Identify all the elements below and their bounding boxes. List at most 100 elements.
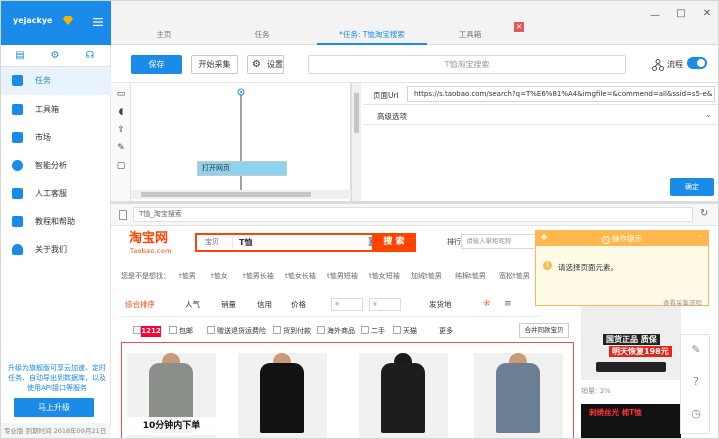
- gear-icon[interactable]: ⚙: [49, 50, 61, 62]
- task-name-field[interactable]: T恤淘宝搜索: [308, 55, 626, 74]
- advanced-options-row[interactable]: 高级选项 ⌄: [363, 105, 718, 125]
- filter-cod[interactable]: 货到付款: [283, 326, 311, 336]
- view-flow-link[interactable]: 查看采集流程: [663, 297, 702, 307]
- sidebar-item-label: 智能分析: [35, 161, 67, 170]
- tab-tasks[interactable]: 任务: [229, 25, 295, 45]
- sidebar-item-toolbox[interactable]: 工具箱: [1, 96, 111, 124]
- screen-icon[interactable]: ▭: [116, 89, 126, 99]
- flow-tool-strip: ▭ ◖ ⇪ ✎ ▢: [111, 83, 131, 201]
- clipboard-icon[interactable]: ▤: [14, 50, 26, 62]
- sort-price[interactable]: 价格: [291, 299, 306, 310]
- taobao-logo[interactable]: 淘宝网 Taobao.com: [129, 232, 184, 256]
- comment-icon[interactable]: ▢: [116, 161, 126, 171]
- sort-default[interactable]: 综合排序: [125, 299, 155, 310]
- hamburger-menu-icon[interactable]: [93, 18, 103, 26]
- save-button[interactable]: 保存: [131, 55, 182, 74]
- refresh-icon[interactable]: ↻: [700, 208, 708, 219]
- filter-secondhand[interactable]: 二手: [371, 326, 385, 336]
- mouse-icon[interactable]: ◖: [116, 107, 126, 117]
- url-field[interactable]: https://s.taobao.com/search?q=T%E6%81%A4…: [407, 86, 715, 102]
- sidebar-item-task[interactable]: 任务: [1, 67, 111, 95]
- related-link[interactable]: t恤女长袖: [285, 271, 316, 281]
- sort-credit[interactable]: 信用: [257, 299, 272, 310]
- product-card[interactable]: [359, 353, 448, 438]
- flow-toggle[interactable]: [687, 57, 707, 69]
- product-card[interactable]: 10分钟内下单: [127, 353, 216, 438]
- window-close-button[interactable]: ✕: [700, 7, 714, 21]
- related-link[interactable]: 宽松t恤男: [499, 271, 530, 281]
- flow-node-open-page[interactable]: 打开网页: [197, 161, 287, 176]
- related-link[interactable]: t恤男长袖: [243, 271, 274, 281]
- tab-close-icon[interactable]: ×: [514, 22, 524, 32]
- flow-canvas[interactable]: [131, 83, 351, 201]
- sort-popularity[interactable]: 人气: [185, 299, 200, 310]
- filter-overseas[interactable]: 海外商品: [327, 326, 355, 336]
- sort-sales[interactable]: 销量: [221, 299, 236, 310]
- sidebar-tool-tabs: ▤ ⚙ ☊: [1, 45, 111, 67]
- checkbox[interactable]: [169, 326, 177, 334]
- help-icon[interactable]: ?: [690, 375, 702, 389]
- related-link[interactable]: 加绒t恤男: [411, 271, 442, 281]
- sidebar-item-analysis[interactable]: 智能分析: [1, 152, 111, 180]
- scroll-thumb[interactable]: [141, 192, 311, 197]
- url-row: 页面Url https://s.taobao.com/search?q=T%E6…: [363, 83, 718, 105]
- product-card[interactable]: 国货正品 质保 明天恢复198元: [581, 298, 681, 380]
- headset-icon[interactable]: ☊: [84, 50, 96, 62]
- price-max-input[interactable]: ¥: [369, 298, 401, 311]
- checkbox[interactable]: [393, 326, 401, 334]
- clock-icon[interactable]: ◷: [690, 407, 702, 421]
- product-card[interactable]: [238, 353, 327, 438]
- related-link[interactable]: 纯棉t恤男: [455, 271, 486, 281]
- page-icon: [119, 210, 127, 220]
- checkbox[interactable]: [273, 326, 281, 334]
- filter-free-shipping[interactable]: 包邮: [179, 326, 193, 336]
- address-field[interactable]: T恤_淘宝搜索: [133, 207, 693, 222]
- checkbox[interactable]: [207, 326, 215, 334]
- filter-more[interactable]: 更多: [439, 326, 453, 336]
- merge-same-items-button[interactable]: 合并同款宝贝: [519, 323, 569, 338]
- upgrade-button[interactable]: 马上升级: [14, 398, 94, 417]
- product-card[interactable]: 刺绣丝光 棉T恤: [581, 404, 681, 438]
- sidebar-item-market[interactable]: 市场: [1, 124, 111, 152]
- filter-tmall[interactable]: 天猫: [403, 326, 417, 336]
- checkbox[interactable]: [317, 326, 325, 334]
- sidebar-item-tutorial[interactable]: 教程和帮助: [1, 208, 111, 236]
- search-category[interactable]: 宝贝: [199, 236, 233, 249]
- tab-home[interactable]: 主页: [131, 25, 197, 45]
- tab-current-task[interactable]: *任务: T恤淘宝搜索: [317, 25, 427, 45]
- move-icon[interactable]: ✥: [540, 234, 548, 242]
- related-link[interactable]: t恤女: [211, 271, 228, 281]
- filter-return-insurance[interactable]: 赠送退货运费险: [217, 326, 266, 336]
- ship-from-select[interactable]: 发货地: [429, 299, 452, 310]
- tab-toolbox[interactable]: 工具箱: [437, 25, 503, 45]
- username[interactable]: yejackye: [13, 16, 52, 25]
- edit-icon[interactable]: ✎: [116, 143, 126, 153]
- start-collect-button[interactable]: 开始采集: [191, 55, 238, 74]
- search-input[interactable]: T恤: [239, 236, 252, 249]
- related-link[interactable]: t恤男: [179, 271, 196, 281]
- settings-button[interactable]: ⚙ 设置: [247, 55, 284, 74]
- edit-icon[interactable]: ✎: [690, 343, 702, 357]
- export-icon[interactable]: ⇪: [116, 125, 126, 135]
- chat-bubble-icon: [12, 188, 23, 199]
- checkbox[interactable]: [133, 326, 141, 334]
- collapse-icon[interactable]: ⌃: [696, 234, 704, 242]
- checkbox[interactable]: [361, 326, 369, 334]
- flow-vscrollbar[interactable]: [351, 83, 361, 201]
- pie-chart-icon: [12, 160, 23, 171]
- list-view-icon[interactable]: ≡: [504, 299, 514, 309]
- related-link[interactable]: t恤女短袖: [369, 271, 400, 281]
- price-min-input[interactable]: ¥: [331, 298, 363, 311]
- sidebar-item-about[interactable]: 关于我们: [1, 236, 111, 264]
- search-button[interactable]: 搜 索: [372, 233, 416, 252]
- product-grid[interactable]: 10分钟内下单: [121, 342, 574, 438]
- confirm-button[interactable]: 确定: [670, 178, 714, 196]
- related-link[interactable]: t恤男短袖: [327, 271, 358, 281]
- flow-hscrollbar[interactable]: [131, 190, 351, 199]
- minimize-button[interactable]: —: [648, 9, 662, 23]
- chevron-down-icon: ⌄: [705, 110, 712, 119]
- product-card[interactable]: [474, 353, 563, 438]
- maximize-button[interactable]: □: [674, 7, 688, 21]
- grid-view-icon[interactable]: ⁜: [483, 299, 493, 309]
- sidebar-item-support[interactable]: 人工客服: [1, 180, 111, 208]
